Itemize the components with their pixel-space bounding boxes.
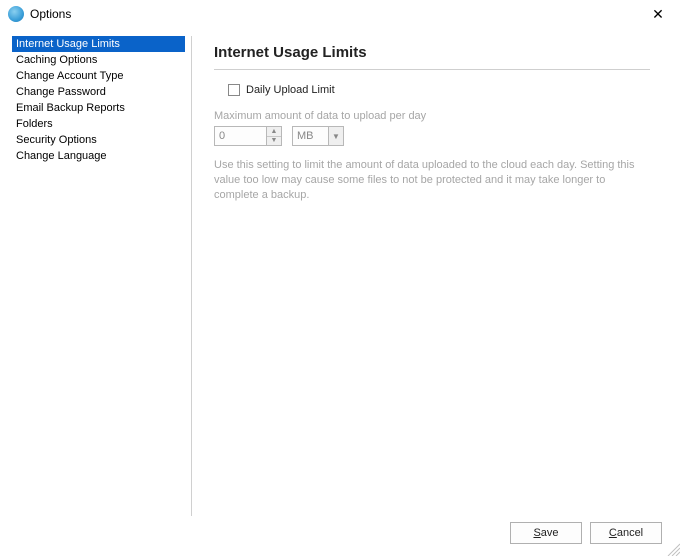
upload-unit-value: MB xyxy=(293,127,328,145)
help-text: Use this setting to limit the amount of … xyxy=(214,158,650,203)
chevron-down-icon: ▼ xyxy=(332,132,340,141)
sidebar-item-label: Caching Options xyxy=(16,54,97,66)
sidebar-item-security-options[interactable]: Security Options xyxy=(12,132,185,148)
sidebar-item-label: Change Account Type xyxy=(16,70,123,82)
daily-upload-limit-checkbox[interactable]: Daily Upload Limit xyxy=(214,84,650,96)
sidebar-item-email-backup-reports[interactable]: Email Backup Reports xyxy=(12,100,185,116)
cancel-button[interactable]: Cancel xyxy=(590,522,662,544)
sidebar: Internet Usage Limits Caching Options Ch… xyxy=(12,36,192,516)
main-panel: Internet Usage Limits Daily Upload Limit… xyxy=(192,36,668,516)
close-button[interactable]: ✕ xyxy=(644,4,672,24)
upload-unit-select[interactable]: MB ▼ xyxy=(292,126,344,146)
sidebar-item-label: Email Backup Reports xyxy=(16,102,125,114)
app-icon xyxy=(8,6,24,22)
upload-amount-row: 0 ▲ ▼ MB ▼ xyxy=(214,126,650,146)
max-upload-label: Maximum amount of data to upload per day xyxy=(214,110,650,122)
sidebar-item-change-language[interactable]: Change Language xyxy=(12,148,185,164)
button-label: Cancel xyxy=(609,527,643,539)
sidebar-item-label: Folders xyxy=(16,118,53,130)
spinner-down-button[interactable]: ▼ xyxy=(267,136,281,146)
close-icon: ✕ xyxy=(652,6,664,23)
checkbox-label: Daily Upload Limit xyxy=(246,84,335,96)
sidebar-item-internet-usage-limits[interactable]: Internet Usage Limits xyxy=(12,36,185,52)
save-button[interactable]: Save xyxy=(510,522,582,544)
content-area: Internet Usage Limits Caching Options Ch… xyxy=(0,28,680,516)
resize-grip-icon xyxy=(664,540,680,556)
spinner-up-button[interactable]: ▲ xyxy=(267,127,281,136)
spinner-buttons: ▲ ▼ xyxy=(266,127,281,145)
upload-amount-input[interactable]: 0 ▲ ▼ xyxy=(214,126,282,146)
sidebar-item-label: Security Options xyxy=(16,134,97,146)
select-dropdown-button[interactable]: ▼ xyxy=(328,127,343,145)
panel-divider xyxy=(214,69,650,70)
dialog-buttons: Save Cancel xyxy=(510,522,662,544)
chevron-up-icon: ▲ xyxy=(271,128,278,135)
sidebar-item-change-password[interactable]: Change Password xyxy=(12,84,185,100)
sidebar-item-caching-options[interactable]: Caching Options xyxy=(12,52,185,68)
chevron-down-icon: ▼ xyxy=(271,137,278,144)
sidebar-item-label: Change Password xyxy=(16,86,106,98)
sidebar-item-change-account-type[interactable]: Change Account Type xyxy=(12,68,185,84)
sidebar-item-folders[interactable]: Folders xyxy=(12,116,185,132)
titlebar: Options ✕ xyxy=(0,0,680,28)
sidebar-item-label: Change Language xyxy=(16,150,107,162)
checkbox-icon xyxy=(228,84,240,96)
sidebar-item-label: Internet Usage Limits xyxy=(16,38,120,50)
upload-amount-value: 0 xyxy=(215,127,266,145)
window-title: Options xyxy=(30,7,644,21)
button-label: Save xyxy=(533,527,558,539)
panel-title: Internet Usage Limits xyxy=(214,44,650,61)
